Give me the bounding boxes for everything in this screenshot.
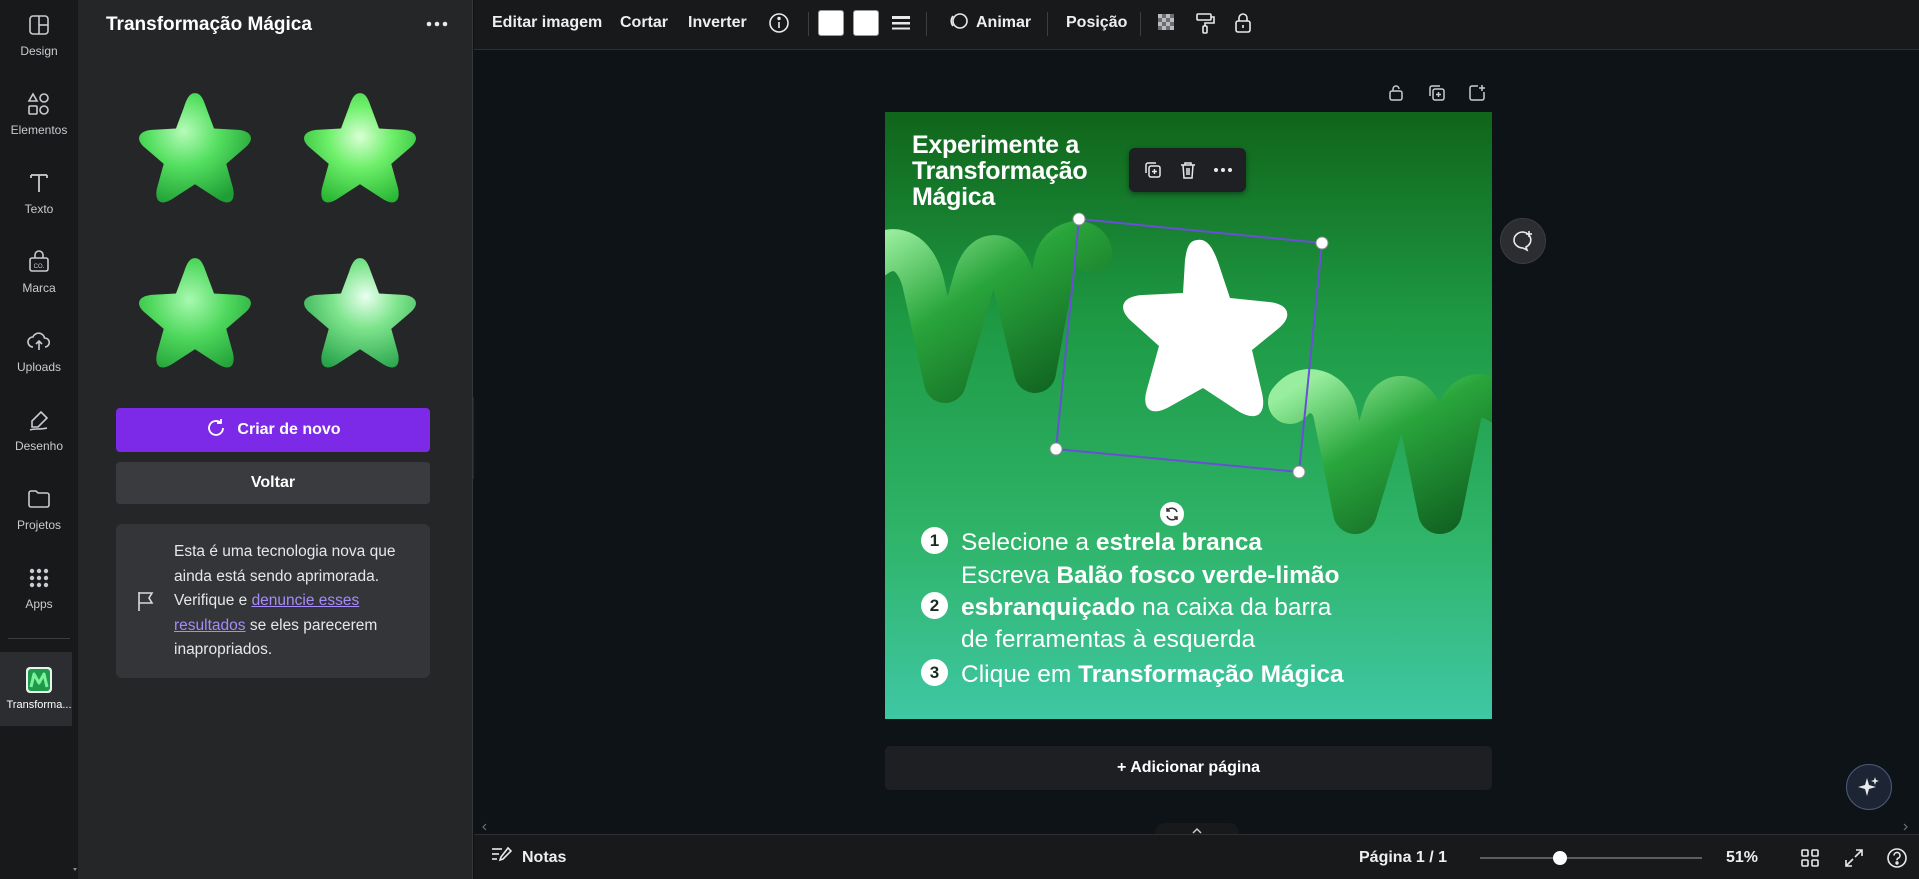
notice-text: Esta é uma tecnologia nova que ainda est… <box>174 540 414 663</box>
step-text: Escreva Balão fosco verde-limão esbranqu… <box>961 562 1340 653</box>
zoom-slider[interactable] <box>1480 851 1702 865</box>
design-page[interactable]: Experimente a Transformação Mágica 1 Sel… <box>885 112 1492 719</box>
text-icon <box>26 170 52 196</box>
add-page-icon[interactable] <box>1465 81 1489 105</box>
toolbar-divider <box>926 12 927 36</box>
rail-label: Projetos <box>16 518 62 532</box>
step-number: 2 <box>921 592 948 619</box>
refresh-icon <box>205 417 227 444</box>
step-text: Selecione a estrela branca <box>961 529 1263 556</box>
rail-item-text[interactable]: Texto <box>0 158 78 228</box>
notes-icon <box>490 845 513 870</box>
left-rail: Design Elementos Texto CO. Marca Uploads <box>0 0 78 879</box>
notes-label: Notas <box>522 848 567 866</box>
elements-icon <box>26 91 52 117</box>
toolbar-divider <box>808 12 809 36</box>
rail-item-apps[interactable]: Apps <box>0 553 78 623</box>
star-result-2[interactable] <box>285 78 435 228</box>
transparency-icon[interactable] <box>1154 10 1180 36</box>
editor-app: Design Elementos Texto CO. Marca Uploads <box>0 0 1919 879</box>
rail-label: Elementos <box>10 123 68 137</box>
trash-icon[interactable] <box>1174 156 1202 184</box>
rail-item-magic-transform[interactable]: Transforma... <box>0 652 78 726</box>
grid-view-icon[interactable] <box>1797 845 1823 871</box>
step-number: 3 <box>921 659 948 686</box>
design-icon <box>26 12 52 38</box>
flag-icon <box>136 590 156 617</box>
more-icon[interactable] <box>1209 156 1237 184</box>
paint-roller-icon[interactable] <box>1192 10 1218 36</box>
rail-label: Design <box>20 44 58 58</box>
rail-item-brand[interactable]: CO. Marca <box>0 237 78 307</box>
toolbar-divider <box>1047 12 1048 36</box>
animate-label: Animar <box>976 14 1032 31</box>
magic-transform-app-icon <box>26 667 52 693</box>
edit-image-button[interactable]: Editar imagem <box>492 0 602 46</box>
zoom-slider-thumb[interactable] <box>1552 851 1567 865</box>
star-result-1[interactable] <box>120 78 270 228</box>
rail-label: Desenho <box>14 439 64 453</box>
brand-icon: CO. <box>26 249 52 275</box>
color-swatch-1[interactable] <box>818 10 844 36</box>
zoom-level[interactable]: 51% <box>1726 835 1758 879</box>
star-result-4[interactable] <box>285 243 435 393</box>
fullscreen-icon[interactable] <box>1841 845 1867 871</box>
folder-icon <box>26 486 52 512</box>
apps-icon <box>26 565 52 591</box>
page-indicator[interactable]: Página 1 / 1 <box>1359 835 1447 879</box>
instruction-step-3: 3 Clique em Transformação Mágica <box>921 659 1344 691</box>
more-options-icon[interactable] <box>422 12 452 36</box>
rail-label: Transforma... <box>6 699 72 711</box>
instruction-step-1: 1 Selecione a estrela branca <box>921 527 1262 559</box>
beta-notice: Esta é uma tecnologia nova que ainda est… <box>116 524 430 678</box>
duplicate-page-icon[interactable] <box>1425 81 1449 105</box>
rail-label: Apps <box>25 597 53 611</box>
animate-icon <box>948 10 970 37</box>
rotate-icon[interactable] <box>1160 502 1184 526</box>
step-text: Clique em Transformação Mágica <box>961 661 1344 688</box>
info-icon[interactable] <box>766 10 792 36</box>
page-lock-icon[interactable] <box>1384 81 1408 105</box>
step-number: 1 <box>921 527 948 554</box>
rail-bottom-area <box>0 727 78 879</box>
rail-item-draw[interactable]: Desenho <box>0 395 78 465</box>
draw-icon <box>26 407 52 433</box>
flip-button[interactable]: Inverter <box>688 0 747 46</box>
top-toolbar: Editar imagem Cortar Inverter Animar Pos… <box>474 0 1919 50</box>
notes-button[interactable]: Notas <box>490 835 566 879</box>
svg-text:CO.: CO. <box>34 264 45 270</box>
rail-item-elements[interactable]: Elementos <box>0 79 78 149</box>
help-icon[interactable] <box>1884 845 1910 871</box>
toolbar-divider <box>1140 12 1141 36</box>
position-button[interactable]: Posição <box>1066 0 1127 46</box>
lock-icon[interactable] <box>1230 10 1256 36</box>
back-button[interactable]: Voltar <box>116 462 430 504</box>
star-result-3[interactable] <box>120 243 270 393</box>
animate-button[interactable]: Animar <box>948 0 1031 46</box>
crop-button[interactable]: Cortar <box>620 0 668 46</box>
panel-title: Transformação Mágica <box>106 14 312 35</box>
rail-item-uploads[interactable]: Uploads <box>0 316 78 386</box>
instruction-step-2: 2 Escreva Balão fosco verde-limão esbran… <box>921 560 1361 656</box>
rail-divider <box>8 638 70 639</box>
rail-label: Texto <box>24 202 54 216</box>
rail-item-projects[interactable]: Projetos <box>0 474 78 544</box>
border-style-icon[interactable] <box>888 10 914 36</box>
add-page-button[interactable]: + Adicionar página <box>885 746 1492 790</box>
create-again-label: Criar de novo <box>237 421 341 438</box>
add-comment-icon[interactable] <box>1500 218 1546 264</box>
duplicate-icon[interactable] <box>1139 156 1167 184</box>
magic-sparkle-icon[interactable] <box>1846 764 1892 810</box>
rail-label: Uploads <box>16 360 62 374</box>
upload-icon <box>26 328 52 354</box>
rail-label: Marca <box>22 281 56 295</box>
magic-transform-panel: Transformação Mágica Criar de novo Volta… <box>78 0 473 879</box>
color-swatch-2[interactable] <box>853 10 879 36</box>
bottom-bar: Notas Página 1 / 1 51% <box>474 834 1919 879</box>
selection-context-toolbar <box>1129 148 1246 192</box>
rail-item-design[interactable]: Design <box>0 0 78 70</box>
create-again-button[interactable]: Criar de novo <box>116 408 430 452</box>
